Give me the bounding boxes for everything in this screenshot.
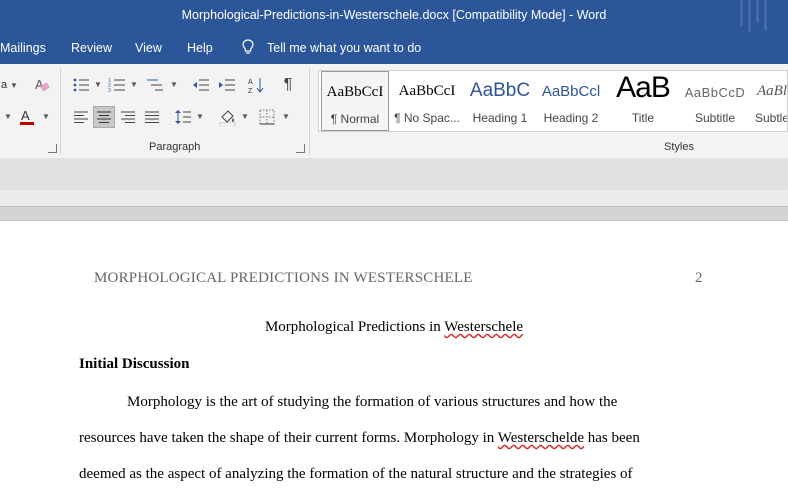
font-dialog-launcher-icon[interactable] bbox=[48, 144, 57, 153]
styles-gallery: AaBbCcI ¶ Normal AaBbCcI ¶ No Spac... Aa… bbox=[318, 70, 788, 132]
font-color-icon[interactable]: A bbox=[16, 106, 38, 128]
align-center-icon[interactable] bbox=[93, 106, 115, 128]
style-heading-1-label: Heading 1 bbox=[472, 111, 528, 125]
style-heading-1[interactable]: AaBbC Heading 1 bbox=[467, 71, 533, 131]
show-formatting-marks-icon[interactable]: ¶ bbox=[277, 74, 299, 96]
style-subtitle-preview: AaBbCcD bbox=[684, 85, 746, 100]
svg-text:A: A bbox=[248, 79, 253, 86]
borders-icon[interactable] bbox=[256, 106, 278, 128]
style-heading-2-label: Heading 2 bbox=[543, 111, 599, 125]
window-title: Morphological-Predictions-in-Westerschel… bbox=[181, 8, 607, 22]
bullets-icon[interactable] bbox=[70, 74, 92, 96]
svg-text:3: 3 bbox=[108, 88, 111, 93]
style-subtle-preview: AaBl bbox=[757, 83, 787, 99]
ribbon: a ▼ A ▼ A ▼ ▼ 123 ▼ ▼ AZ ¶ ▼ ▼ ▼ Paragra… bbox=[0, 64, 788, 159]
style-title[interactable]: AaB Title bbox=[609, 71, 677, 131]
font-size-partial[interactable]: a bbox=[0, 74, 8, 96]
paragraph-dialog-launcher-icon[interactable] bbox=[296, 144, 305, 153]
ribbon-tabs: Mailings Review View Help Tell me what y… bbox=[0, 32, 788, 64]
decrease-indent-icon[interactable] bbox=[190, 74, 212, 96]
style-normal[interactable]: AaBbCcI ¶ Normal bbox=[321, 71, 389, 131]
shading-icon[interactable] bbox=[217, 106, 239, 128]
tab-help[interactable]: Help bbox=[187, 41, 213, 55]
sort-icon[interactable]: AZ bbox=[246, 74, 268, 96]
multilevel-list-icon[interactable] bbox=[144, 74, 166, 96]
style-subtitle-label: Subtitle bbox=[694, 111, 736, 125]
title-misspelled-word[interactable]: Westerschele bbox=[444, 319, 523, 335]
document-workspace-gap bbox=[0, 190, 788, 206]
svg-text:A: A bbox=[21, 108, 30, 123]
style-normal-preview: AaBbCcI bbox=[326, 84, 384, 100]
document-title: Morphological Predictions in Westerschel… bbox=[0, 319, 788, 336]
line-spacing-icon[interactable] bbox=[172, 106, 194, 128]
svg-text:Z: Z bbox=[248, 88, 253, 94]
clear-formatting-icon[interactable]: A bbox=[31, 74, 53, 96]
line-2-part-a: resources have taken the shape of their … bbox=[79, 430, 498, 446]
ribbon-bottom-band bbox=[0, 158, 788, 190]
style-no-spacing-preview: AaBbCcI bbox=[398, 83, 456, 99]
section-heading: Initial Discussion bbox=[79, 356, 190, 372]
decorative-pattern bbox=[740, 0, 774, 32]
tab-view[interactable]: View bbox=[135, 41, 162, 55]
page-number: 2 bbox=[695, 270, 703, 286]
title-bar: Morphological-Predictions-in-Westerschel… bbox=[0, 0, 788, 32]
style-title-label: Title bbox=[631, 111, 655, 125]
style-subtle-emphasis[interactable]: AaBl Subtle bbox=[751, 71, 788, 131]
line-2-misspelled-word[interactable]: Westerschelde bbox=[498, 430, 584, 446]
style-subtitle[interactable]: AaBbCcD Subtitle bbox=[681, 71, 749, 131]
style-heading-2[interactable]: AaBbCcl Heading 2 bbox=[537, 71, 605, 131]
ruler[interactable] bbox=[0, 206, 788, 221]
styles-group-label: Styles bbox=[664, 141, 694, 153]
tell-me-search[interactable]: Tell me what you want to do bbox=[267, 41, 421, 55]
style-subtle-label: Subtle bbox=[755, 111, 788, 125]
paragraph-group-label: Paragraph bbox=[149, 141, 201, 153]
running-header: MORPHOLOGICAL PREDICTIONS IN WESTERSCHEL… bbox=[94, 270, 473, 286]
style-heading-1-preview: AaBbC bbox=[469, 80, 531, 101]
style-no-spacing-label: ¶ No Spac... bbox=[394, 111, 460, 125]
line-2-part-c: has been bbox=[584, 430, 640, 446]
title-text: Morphological Predictions in bbox=[264, 319, 445, 335]
justify-icon[interactable] bbox=[141, 106, 163, 128]
style-title-preview: AaB bbox=[616, 71, 671, 104]
align-right-icon[interactable] bbox=[117, 106, 139, 128]
style-heading-2-preview: AaBbCcl bbox=[541, 83, 601, 100]
numbering-icon[interactable]: 123 bbox=[106, 74, 128, 96]
lightbulb-icon[interactable] bbox=[242, 39, 254, 55]
document-page[interactable]: MORPHOLOGICAL PREDICTIONS IN WESTERSCHEL… bbox=[0, 221, 788, 497]
increase-indent-icon[interactable] bbox=[216, 74, 238, 96]
tab-mailings[interactable]: Mailings bbox=[0, 41, 46, 55]
paragraph-line-3: deemed as the aspect of analyzing the fo… bbox=[79, 466, 633, 482]
tab-review[interactable]: Review bbox=[71, 41, 112, 55]
paragraph-line-2: resources have taken the shape of their … bbox=[79, 430, 640, 447]
paragraph-line-1: Morphology is the art of studying the fo… bbox=[127, 394, 618, 410]
style-no-spacing[interactable]: AaBbCcI ¶ No Spac... bbox=[391, 71, 463, 131]
style-normal-label: ¶ Normal bbox=[330, 112, 380, 126]
align-left-icon[interactable] bbox=[70, 106, 92, 128]
